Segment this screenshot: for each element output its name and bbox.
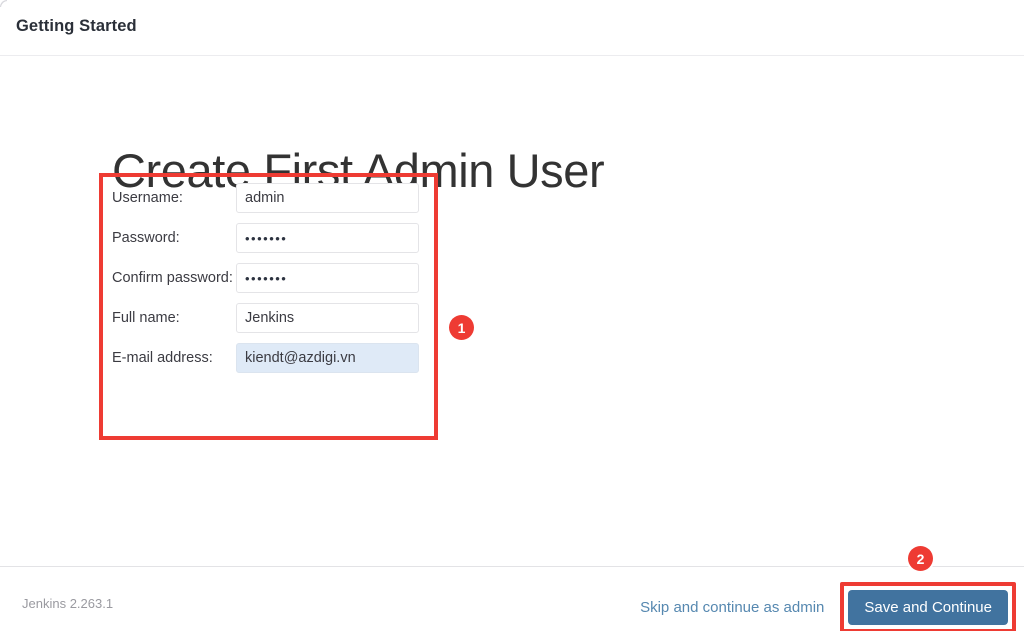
full-name-input[interactable] — [236, 303, 419, 333]
footer-actions: Skip and continue as admin Save and Cont… — [640, 582, 1016, 631]
form-row: Password: — [112, 218, 422, 258]
form-row: Full name: — [112, 298, 422, 338]
username-label: Username: — [112, 190, 183, 206]
email-label: E-mail address: — [112, 350, 213, 366]
main-content: Create First Admin User Username: Passwo… — [0, 56, 1024, 566]
save-and-continue-button[interactable]: Save and Continue — [848, 590, 1008, 625]
username-field-wrap — [236, 183, 419, 213]
email-input[interactable] — [236, 343, 419, 373]
form-row: Confirm password: — [112, 258, 422, 298]
form-row: E-mail address: — [112, 338, 422, 378]
username-input[interactable] — [236, 183, 419, 213]
app-header: Getting Started — [0, 0, 1024, 56]
form-row: Username: — [112, 178, 422, 218]
annotation-marker-1: 1 — [449, 315, 474, 340]
skip-and-continue-link[interactable]: Skip and continue as admin — [640, 599, 824, 616]
password-input[interactable] — [236, 223, 419, 253]
jenkins-version-label: Jenkins 2.263.1 — [22, 596, 114, 611]
save-button-highlight-annotation: Save and Continue — [840, 582, 1016, 631]
password-label: Password: — [112, 230, 180, 246]
full-name-label: Full name: — [112, 310, 180, 326]
confirm-password-label: Confirm password: — [112, 270, 233, 286]
jenkins-setup-window: Getting Started Create First Admin User … — [0, 0, 1024, 631]
window-corner-artifact-cover — [1, 1, 9, 9]
page-heading: Getting Started — [16, 17, 137, 35]
password-field-wrap — [236, 223, 419, 253]
confirm-password-field-wrap — [236, 263, 419, 293]
admin-user-form: Username: Password: Confirm password: Fu… — [112, 178, 422, 378]
confirm-password-input[interactable] — [236, 263, 419, 293]
full-name-field-wrap — [236, 303, 419, 333]
annotation-marker-2: 2 — [908, 546, 933, 571]
app-footer: Jenkins 2.263.1 Skip and continue as adm… — [0, 566, 1024, 631]
email-field-wrap — [236, 343, 419, 373]
